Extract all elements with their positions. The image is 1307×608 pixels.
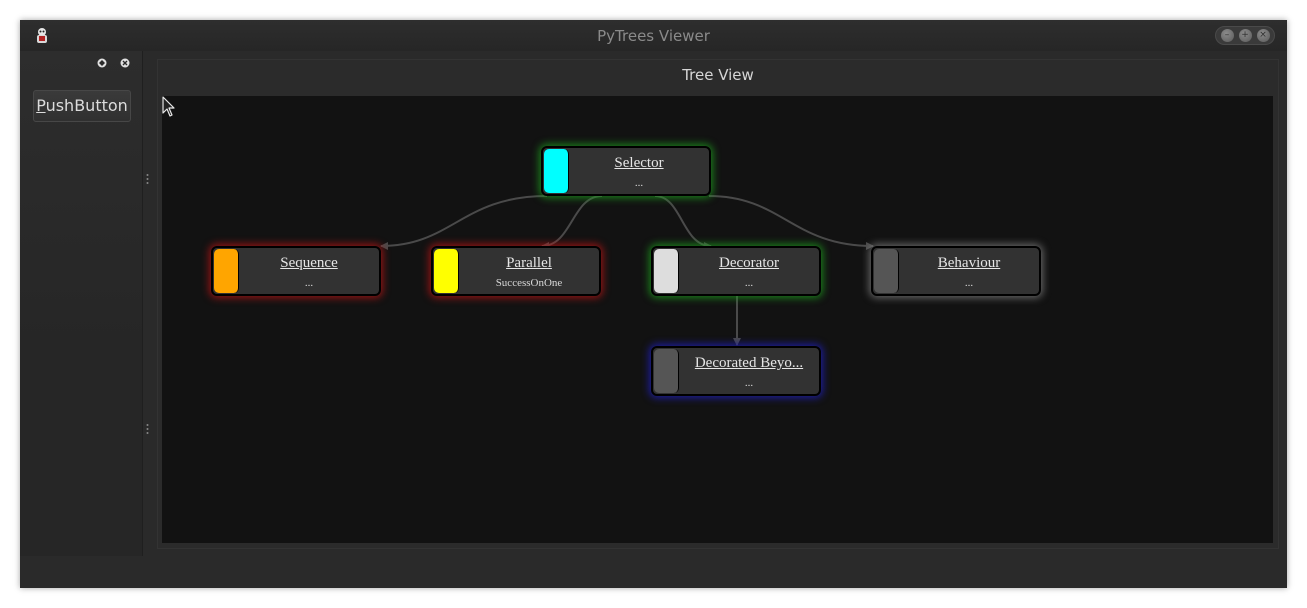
node-name: Behaviour [937,255,1001,271]
panel-title: Tree View [682,66,754,84]
node-status-swatch [654,349,679,393]
node-detail: SuccessOnOne [495,277,563,289]
title-bar[interactable]: PyTrees Viewer – + × [20,20,1287,51]
node-status-swatch [874,249,899,293]
node-detail: ... [634,177,644,189]
push-button[interactable]: PushButton [33,90,131,122]
splitter-handle[interactable] [146,173,149,185]
node-status-swatch [434,249,459,293]
node-detail: ... [964,277,974,289]
window-controls: – + × [1215,26,1275,45]
app-window: PyTrees Viewer – + × PushButton Tree Vie… [20,20,1287,588]
node-name: Decorated Beyo... [694,355,804,371]
node-decorator[interactable]: Decorator ... [651,246,821,296]
node-behaviour[interactable]: Behaviour ... [871,246,1041,296]
node-parallel[interactable]: Parallel SuccessOnOne [431,246,601,296]
tree-edges [380,195,874,346]
node-detail: ... [304,277,314,289]
close-button[interactable]: × [1256,29,1270,42]
node-name: Sequence [280,255,338,271]
node-name: Parallel [506,255,552,271]
node-name: Selector [614,155,664,171]
node-status-swatch [654,249,679,293]
minimize-button[interactable]: – [1220,29,1234,42]
tree-canvas[interactable]: Selector ... Sequence ... Parallel Succe… [162,96,1273,543]
node-selector[interactable]: Selector ... [541,146,711,196]
splitter-handle[interactable] [146,423,149,435]
node-detail: ... [744,377,754,389]
mouse-cursor-icon [162,96,175,117]
tree-view-panel: Tree View Selector ... Sequence ... Para… [157,59,1279,549]
edge-selector-behaviour [708,195,874,250]
float-icon[interactable] [97,58,107,68]
edge-selector-decorator [654,195,712,250]
window-title: PyTrees Viewer [597,27,710,45]
close-icon[interactable] [120,58,130,68]
push-button-label: ushButton [45,96,128,115]
edge-selector-sequence [380,195,548,250]
node-status-swatch [544,149,569,193]
node-detail: ... [744,277,754,289]
dock-widget: PushButton [20,51,143,556]
edge-selector-parallel [541,195,603,250]
node-decorated-beyond[interactable]: Decorated Beyo... ... [651,346,821,396]
node-sequence[interactable]: Sequence ... [211,246,381,296]
node-status-swatch [214,249,239,293]
node-name: Decorator [719,255,779,271]
maximize-button[interactable]: + [1238,29,1252,42]
push-button-mnemonic: P [36,96,46,115]
